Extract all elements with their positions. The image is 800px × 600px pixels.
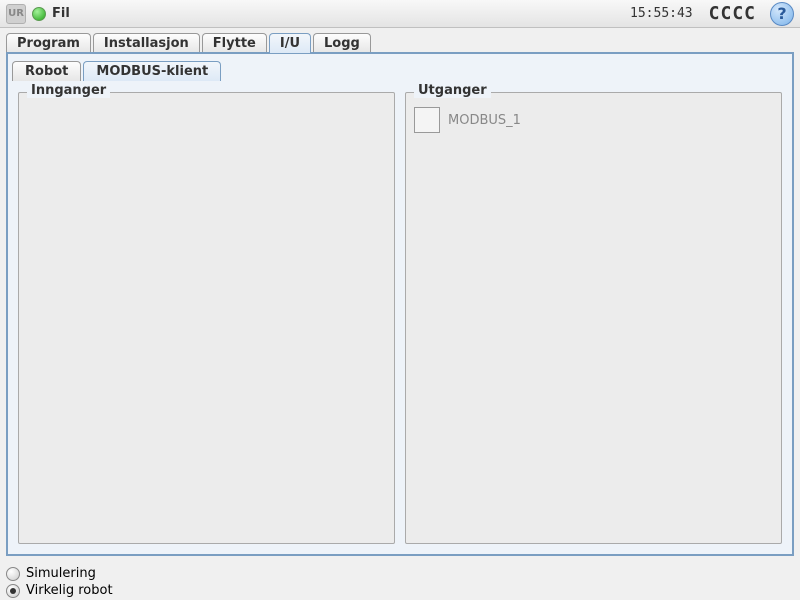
main-panel: Robot MODBUS-klient Innganger Utganger M…	[6, 52, 794, 556]
tab-installasjon[interactable]: Installasjon	[93, 33, 200, 53]
radio-icon	[6, 567, 20, 581]
clock: 15:55:43	[630, 6, 693, 21]
output-row: MODBUS_1	[414, 107, 773, 133]
help-button[interactable]: ?	[770, 2, 794, 26]
inputs-fieldset: Innganger	[18, 92, 395, 544]
subtab-modbus-klient[interactable]: MODBUS-klient	[83, 61, 221, 81]
tab-program[interactable]: Program	[6, 33, 91, 53]
tab-flytte[interactable]: Flytte	[202, 33, 267, 53]
sub-tabstrip: Robot MODBUS-klient	[8, 54, 792, 80]
outputs-legend: Utganger	[414, 83, 491, 98]
status-dot-icon	[32, 7, 46, 21]
menu-file[interactable]: Fil	[52, 6, 70, 21]
io-content: Innganger Utganger MODBUS_1	[8, 80, 792, 554]
output-checkbox-modbus-1[interactable]	[414, 107, 440, 133]
mode-footer: Simulering Virkelig robot	[6, 566, 113, 598]
inputs-legend: Innganger	[27, 83, 110, 98]
radio-real-robot[interactable]: Virkelig robot	[6, 583, 113, 598]
main-tabstrip: Program Installasjon Flytte I/U Logg	[0, 28, 800, 52]
brand-label: CCCC	[709, 3, 756, 24]
tab-logg[interactable]: Logg	[313, 33, 371, 53]
radio-icon	[6, 584, 20, 598]
output-label: MODBUS_1	[448, 113, 521, 128]
outputs-fieldset: Utganger MODBUS_1	[405, 92, 782, 544]
radio-label-real-robot: Virkelig robot	[26, 583, 113, 598]
radio-simulation[interactable]: Simulering	[6, 566, 113, 581]
radio-label-simulation: Simulering	[26, 566, 96, 581]
ur-logo: UR	[6, 4, 26, 24]
titlebar: UR Fil 15:55:43 CCCC ?	[0, 0, 800, 28]
subtab-robot[interactable]: Robot	[12, 61, 81, 81]
tab-iu[interactable]: I/U	[269, 33, 311, 53]
